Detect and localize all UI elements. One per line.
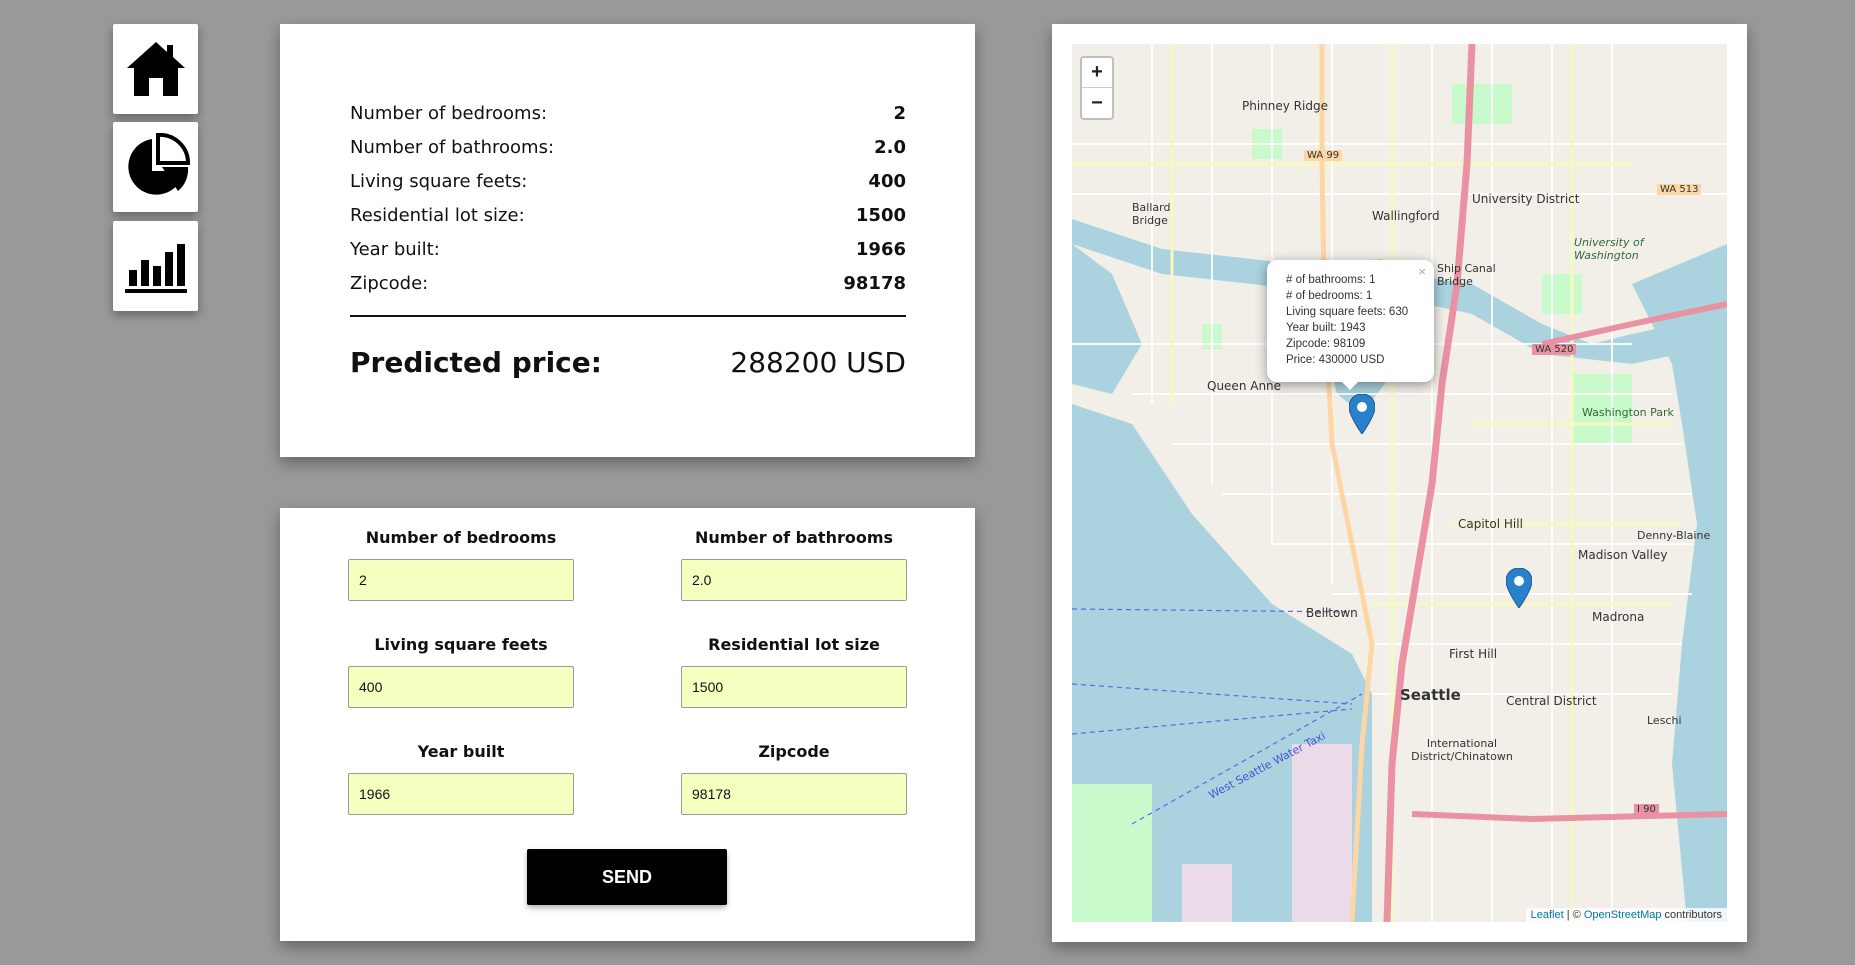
map-label: Phinney Ridge <box>1242 99 1328 113</box>
map-label: Madrona <box>1592 610 1645 624</box>
leaflet-link[interactable]: Leaflet <box>1531 909 1564 921</box>
result-row-bathrooms: Number of bathrooms: 2.0 <box>350 130 906 164</box>
result-value: 2.0 <box>874 136 906 158</box>
result-value: 1966 <box>855 238 906 260</box>
bedrooms-input[interactable] <box>348 559 574 601</box>
zipcode-input[interactable] <box>681 773 907 815</box>
map-label: Ballard Bridge <box>1132 201 1171 227</box>
result-value: 2 <box>893 102 906 124</box>
map-label: University District <box>1472 192 1580 206</box>
result-label: Year built: <box>350 238 440 260</box>
lot-label: Residential lot size <box>708 635 880 654</box>
year-field: Year built <box>348 742 574 815</box>
result-label: Number of bathrooms: <box>350 136 555 158</box>
map-label: Washington Park <box>1582 406 1674 419</box>
lot-field: Residential lot size <box>681 635 907 708</box>
result-value: 1500 <box>855 204 906 226</box>
result-value: 98178 <box>843 272 906 294</box>
living-field: Living square feets <box>348 635 574 708</box>
home-icon <box>126 42 185 96</box>
map-label: Queen Anne <box>1207 379 1282 393</box>
map-label: WA 513 <box>1657 184 1702 195</box>
zoom-control: + − <box>1080 56 1114 120</box>
bathrooms-field: Number of bathrooms <box>681 528 907 601</box>
map-label: I 90 <box>1634 804 1659 815</box>
osm-link[interactable]: OpenStreetMap <box>1584 909 1662 921</box>
result-label: Number of bedrooms: <box>350 102 548 124</box>
map-label: Capitol Hill <box>1458 517 1523 531</box>
result-row-living: Living square feets: 400 <box>350 164 906 198</box>
map-popup: × # of bathrooms: 1 # of bedrooms: 1 Liv… <box>1267 260 1434 382</box>
map-label: Leschi <box>1647 714 1682 727</box>
map-label: Denny-Blaine <box>1637 529 1711 542</box>
map-label: Central District <box>1506 694 1597 708</box>
map-label: Belltown <box>1306 606 1358 620</box>
map-label: Madison Valley <box>1578 548 1668 562</box>
zipcode-field: Zipcode <box>681 742 907 815</box>
result-row-lot: Residential lot size: 1500 <box>350 198 906 232</box>
attribution-separator: | © <box>1563 909 1584 921</box>
pie-chart-icon <box>127 133 190 195</box>
result-divider <box>350 315 906 317</box>
map-attribution: Leaflet | © OpenStreetMap contributors <box>1525 908 1727 922</box>
zoom-in-button[interactable]: + <box>1082 58 1112 88</box>
map-card: Phinney Ridge Wallingford University Dis… <box>1052 24 1747 942</box>
map-label: Ship Canal Bridge <box>1437 262 1496 288</box>
popup-line: Zipcode: 98109 <box>1286 338 1366 350</box>
living-label: Living square feets <box>374 635 548 654</box>
map-marker-icon[interactable] <box>1506 568 1532 608</box>
bar-chart-icon <box>124 244 187 293</box>
predicted-price-value: 288200 USD <box>730 346 906 379</box>
map-label: Wallingford <box>1372 209 1440 223</box>
map-label: University of Washington <box>1574 236 1644 262</box>
bedrooms-label: Number of bedrooms <box>365 528 557 547</box>
zipcode-label: Zipcode <box>758 742 830 761</box>
result-row-year: Year built: 1966 <box>350 232 906 266</box>
send-button[interactable]: SEND <box>527 849 727 905</box>
bedrooms-field: Number of bedrooms <box>348 528 574 601</box>
bathrooms-label: Number of bathrooms <box>694 528 894 547</box>
map-label: Seattle <box>1400 686 1461 704</box>
popup-line: # of bedrooms: 1 <box>1286 290 1373 302</box>
map-marker-icon[interactable] <box>1349 394 1375 434</box>
lot-input[interactable] <box>681 666 907 708</box>
popup-line: Price: 430000 USD <box>1286 354 1385 366</box>
nav-stats-button[interactable] <box>113 122 198 212</box>
map-view[interactable]: Phinney Ridge Wallingford University Dis… <box>1072 44 1727 922</box>
popup-line: Year built: 1943 <box>1286 322 1366 334</box>
predicted-price: Predicted price: 288200 USD <box>350 346 906 379</box>
year-input[interactable] <box>348 773 574 815</box>
popup-tip <box>1340 380 1360 390</box>
year-label: Year built <box>417 742 505 761</box>
result-label: Residential lot size: <box>350 204 525 226</box>
result-row-zipcode: Zipcode: 98178 <box>350 266 906 300</box>
result-label: Living square feets: <box>350 170 528 192</box>
zoom-out-button[interactable]: − <box>1082 88 1112 118</box>
nav-home-button[interactable] <box>113 24 198 114</box>
popup-close-icon[interactable]: × <box>1418 264 1426 280</box>
living-input[interactable] <box>348 666 574 708</box>
attribution-rest: contributors <box>1661 909 1722 921</box>
map-label: First Hill <box>1449 647 1498 661</box>
result-rows: Number of bedrooms: 2 Number of bathroom… <box>350 96 906 300</box>
nav-charts-button[interactable] <box>113 221 198 311</box>
result-row-bedrooms: Number of bedrooms: 2 <box>350 96 906 130</box>
map-tiles <box>1072 44 1727 922</box>
input-form-card: Number of bedrooms Number of bathrooms L… <box>280 508 975 941</box>
predicted-price-label: Predicted price: <box>350 346 602 379</box>
bathrooms-input[interactable] <box>681 559 907 601</box>
map-label: WA 99 <box>1304 150 1343 161</box>
popup-line: Living square feets: 630 <box>1286 306 1409 318</box>
result-value: 400 <box>868 170 906 192</box>
popup-line: # of bathrooms: 1 <box>1286 274 1376 286</box>
map-label: International District/Chinatown <box>1411 737 1513 763</box>
map-label: WA 520 <box>1532 344 1577 355</box>
result-label: Zipcode: <box>350 272 429 294</box>
prediction-result-card: Number of bedrooms: 2 Number of bathroom… <box>280 24 975 457</box>
